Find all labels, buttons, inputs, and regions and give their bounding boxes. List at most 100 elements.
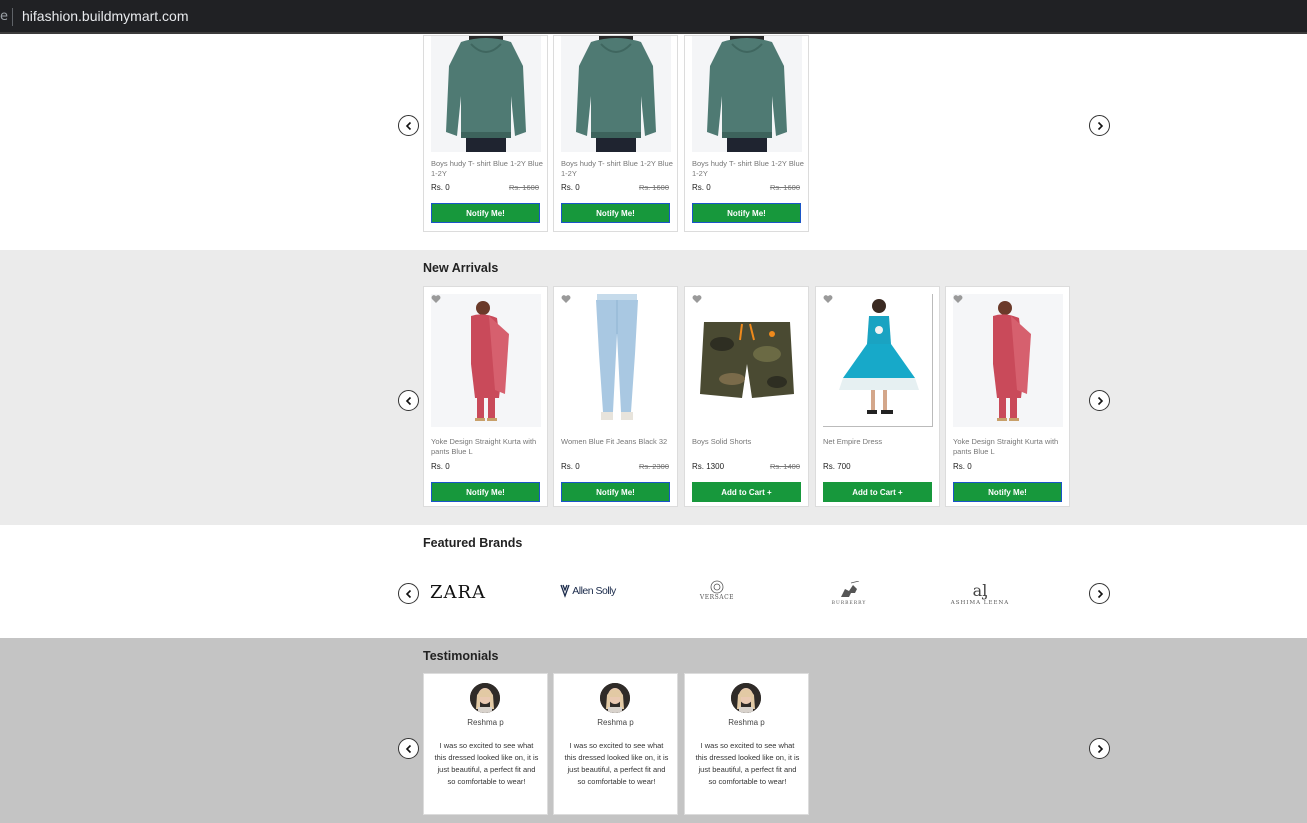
chevron-right-icon: [1097, 589, 1103, 598]
product-name[interactable]: Boys hudy T- shirt Blue 1-2Y Blue 1-2Y: [561, 159, 673, 179]
chevron-left-icon: [405, 121, 411, 130]
product-name[interactable]: Net Empire Dress: [823, 437, 935, 447]
address-url[interactable]: hifashion.buildmymart.com: [22, 8, 189, 24]
browser-address-bar: e hifashion.buildmymart.com: [0, 0, 1307, 34]
product-image[interactable]: [823, 294, 933, 427]
product-price: Rs. 700: [823, 462, 851, 471]
testimonials-prev-button[interactable]: [398, 738, 419, 759]
notify-me-button[interactable]: Notify Me!: [561, 203, 670, 223]
new-arrivals-prev-button[interactable]: [398, 390, 419, 411]
medusa-icon: [710, 580, 724, 593]
product-image[interactable]: [561, 36, 671, 152]
new-arrivals-next-button[interactable]: [1089, 390, 1110, 411]
product-card[interactable]: Women Blue Fit Jeans Black 32 Rs. 0 Rs. …: [553, 286, 678, 507]
kurta-image: [953, 294, 1063, 427]
brands-next-button[interactable]: [1089, 583, 1110, 604]
product-price: Rs. 0: [431, 183, 450, 192]
add-to-cart-button[interactable]: Add to Cart +: [692, 482, 801, 502]
brands-prev-button[interactable]: [398, 583, 419, 604]
chevron-right-icon: [1097, 396, 1103, 405]
testimonial-author: Reshma p: [597, 718, 634, 727]
brand-name: ASHIMA LEENA: [950, 600, 1010, 606]
product-price: Rs. 0: [561, 183, 580, 192]
product-card[interactable]: Boys hudy T- shirt Blue 1-2Y Blue 1-2Y R…: [553, 35, 678, 232]
product-mrp: Rs. 1400: [769, 462, 800, 471]
product-mrp: Rs. 1600: [769, 183, 800, 192]
product-name[interactable]: Boys hudy T- shirt Blue 1-2Y Blue 1-2Y: [692, 159, 804, 179]
jeans-image: [561, 294, 671, 427]
camo-shorts-image: [692, 294, 802, 427]
product-name[interactable]: Boys Solid Shorts: [692, 437, 804, 447]
empire-dress-image: [823, 294, 932, 426]
product-image[interactable]: [692, 294, 802, 427]
section-title: Featured Brands: [423, 536, 523, 550]
section-title: New Arrivals: [423, 261, 499, 275]
product-card[interactable]: Boys Solid Shorts Rs. 1300 Rs. 1400 Add …: [684, 286, 809, 507]
avatar-photo: [600, 683, 630, 713]
chevron-left-icon: [405, 744, 411, 753]
top-products-prev-button[interactable]: [398, 115, 419, 136]
product-card[interactable]: Yoke Design Straight Kurta with pants Bl…: [423, 286, 548, 507]
kurta-image: [431, 294, 541, 427]
add-to-cart-button[interactable]: Add to Cart +: [823, 482, 932, 502]
product-card[interactable]: Boys hudy T- shirt Blue 1-2Y Blue 1-2Y R…: [423, 35, 548, 232]
notify-me-button[interactable]: Notify Me!: [561, 482, 670, 502]
testimonials-next-button[interactable]: [1089, 738, 1110, 759]
product-image[interactable]: [953, 294, 1063, 427]
notify-me-button[interactable]: Notify Me!: [431, 482, 540, 502]
chevron-left-icon: [405, 396, 411, 405]
avatar: [600, 683, 630, 713]
hoodie-jacket-image: [431, 36, 541, 152]
product-price: Rs. 0: [431, 462, 450, 471]
brand-name: BURBERRY: [831, 600, 867, 606]
address-separator: [12, 8, 13, 26]
top-products-section: Boys hudy T- shirt Blue 1-2Y Blue 1-2Y R…: [0, 35, 1307, 250]
product-card[interactable]: Boys hudy T- shirt Blue 1-2Y Blue 1-2Y R…: [684, 35, 809, 232]
product-name[interactable]: Yoke Design Straight Kurta with pants Bl…: [431, 437, 543, 457]
testimonial-text: I was so excited to see what this dresse…: [434, 741, 539, 786]
top-products-next-button[interactable]: [1089, 115, 1110, 136]
equestrian-knight-icon: [841, 580, 860, 597]
heart-icon[interactable]: [953, 294, 963, 304]
hoodie-jacket-image: [692, 36, 802, 152]
product-name[interactable]: Boys hudy T- shirt Blue 1-2Y Blue 1-2Y: [431, 159, 543, 179]
browser-edge-glyph: e: [0, 9, 8, 24]
product-card[interactable]: Net Empire Dress Rs. 700 Add to Cart +: [815, 286, 940, 507]
chevron-right-icon: [1097, 744, 1103, 753]
notify-me-button[interactable]: Notify Me!: [431, 203, 540, 223]
product-image[interactable]: [561, 294, 671, 427]
product-image[interactable]: [431, 294, 541, 427]
allen-solly-mark-icon: [560, 584, 570, 598]
product-image[interactable]: [692, 36, 802, 152]
heart-icon[interactable]: [692, 294, 702, 304]
brand-logo-burberry[interactable]: BURBERRY: [824, 577, 874, 609]
product-mrp: Rs. 1600: [508, 183, 539, 192]
notify-me-button[interactable]: Notify Me!: [692, 203, 801, 223]
ashima-leena-monogram-icon: aᶅ: [972, 581, 988, 600]
heart-icon[interactable]: [431, 294, 441, 304]
heart-icon[interactable]: [561, 294, 571, 304]
testimonial-card: Reshma p I was so excited to see what th…: [423, 673, 548, 815]
product-name[interactable]: Women Blue Fit Jeans Black 32: [561, 437, 673, 447]
brand-logo-allen-solly[interactable]: Allen Solly: [555, 580, 621, 602]
product-card[interactable]: Yoke Design Straight Kurta with pants Bl…: [945, 286, 1070, 507]
testimonial-text: I was so excited to see what this dresse…: [564, 741, 669, 786]
brand-logo-versace[interactable]: VERSACE: [694, 577, 740, 603]
testimonials-section: Testimonials Reshma p I was so excited t…: [0, 638, 1307, 823]
avatar-photo: [470, 683, 500, 713]
product-image[interactable]: [431, 36, 541, 152]
avatar-photo: [731, 683, 761, 713]
testimonial-card: Reshma p I was so excited to see what th…: [553, 673, 678, 815]
heart-icon[interactable]: [823, 294, 833, 304]
product-mrp: Rs. 2300: [638, 462, 669, 471]
notify-me-button[interactable]: Notify Me!: [953, 482, 1062, 502]
product-name[interactable]: Yoke Design Straight Kurta with pants Bl…: [953, 437, 1065, 457]
brand-logo-ashima-leena[interactable]: aᶅ ASHIMA LEENA: [944, 578, 1016, 610]
testimonial-text: I was so excited to see what this dresse…: [695, 741, 800, 786]
brand-name: VERSACE: [699, 593, 735, 601]
avatar: [470, 683, 500, 713]
hoodie-jacket-image: [561, 36, 671, 152]
brand-name: ZARA: [429, 581, 487, 603]
chevron-right-icon: [1097, 121, 1103, 130]
brand-logo-zara[interactable]: ZARA: [426, 581, 490, 603]
